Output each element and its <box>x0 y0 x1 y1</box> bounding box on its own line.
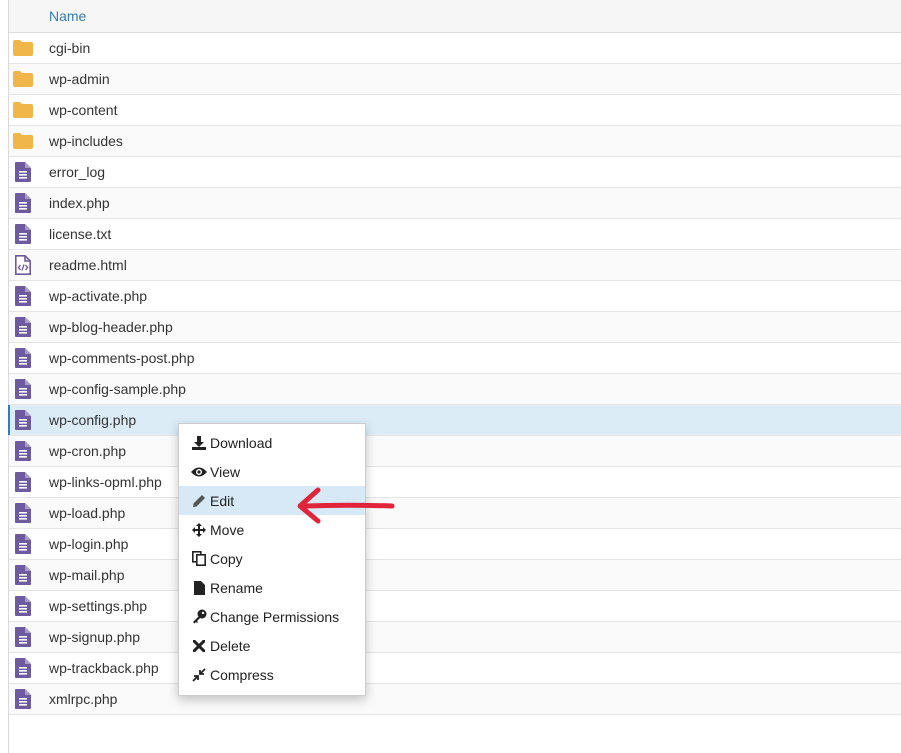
folder-icon <box>13 131 33 151</box>
file-text-icon <box>13 224 33 244</box>
file-text-icon <box>13 317 33 337</box>
menu-item-label: Compress <box>210 666 274 683</box>
file-text-icon <box>13 596 33 616</box>
file-text-icon <box>13 627 33 647</box>
folder-icon <box>13 69 33 89</box>
compress-icon <box>191 667 207 683</box>
file-name[interactable]: wp-links-opml.php <box>49 474 162 490</box>
folder-icon <box>13 38 33 58</box>
menu-item-label: Change Permissions <box>210 608 340 625</box>
eye-icon <box>191 464 207 480</box>
table-row[interactable]: wp-comments-post.php <box>9 343 901 374</box>
file-name[interactable]: wp-admin <box>49 71 110 87</box>
file-table: Name cgi-bin wp-admin wp-content wp-include… <box>8 0 901 715</box>
file-name[interactable]: wp-trackback.php <box>49 660 159 676</box>
table-row[interactable]: wp-config.php <box>8 405 901 436</box>
table-row[interactable]: license.txt <box>9 219 901 250</box>
file-name[interactable]: wp-cron.php <box>49 443 126 459</box>
file-icon <box>191 580 207 596</box>
file-name[interactable]: wp-includes <box>49 133 123 149</box>
table-row[interactable]: wp-load.php <box>9 498 901 529</box>
context-menu: Download View Edit Move Copy Rename Change Per… <box>178 423 366 696</box>
file-name[interactable]: wp-config.php <box>49 412 136 428</box>
table-row[interactable]: wp-admin <box>9 64 901 95</box>
menu-item-label: Move <box>210 521 245 538</box>
file-name[interactable]: wp-blog-header.php <box>49 319 173 335</box>
file-text-icon <box>13 658 33 678</box>
copy-icon <box>191 551 207 567</box>
menu-item-label: Copy <box>210 550 243 567</box>
menu-item-label: Edit <box>210 492 235 509</box>
file-name[interactable]: wp-load.php <box>49 505 125 521</box>
name-column-header[interactable]: Name <box>49 8 86 24</box>
table-header: Name <box>9 0 901 33</box>
menu-item-label: View <box>210 463 241 480</box>
menu-item-copy[interactable]: Copy <box>179 544 365 573</box>
file-name[interactable]: wp-signup.php <box>49 629 140 645</box>
file-text-icon <box>13 534 33 554</box>
file-name[interactable]: readme.html <box>49 257 127 273</box>
table-row[interactable]: wp-blog-header.php <box>9 312 901 343</box>
table-row[interactable]: wp-trackback.php <box>9 653 901 684</box>
file-name[interactable]: wp-login.php <box>49 536 128 552</box>
pencil-icon <box>191 493 207 509</box>
file-name[interactable]: wp-settings.php <box>49 598 147 614</box>
table-row[interactable]: index.php <box>9 188 901 219</box>
folder-icon <box>13 100 33 120</box>
menu-item-label: Delete <box>210 637 251 654</box>
file-name[interactable]: wp-content <box>49 102 117 118</box>
file-text-icon <box>13 565 33 585</box>
menu-item-download[interactable]: Download <box>179 428 365 457</box>
file-name[interactable]: wp-activate.php <box>49 288 147 304</box>
table-row[interactable]: wp-login.php <box>9 529 901 560</box>
file-text-icon <box>13 348 33 368</box>
file-name[interactable]: wp-mail.php <box>49 567 124 583</box>
file-name[interactable]: index.php <box>49 195 110 211</box>
menu-item-compress[interactable]: Compress <box>179 660 365 689</box>
table-row[interactable]: cgi-bin <box>9 33 901 64</box>
file-name[interactable]: wp-config-sample.php <box>49 381 186 397</box>
file-name[interactable]: cgi-bin <box>49 40 90 56</box>
table-row[interactable]: wp-includes <box>9 126 901 157</box>
file-text-icon <box>13 410 33 430</box>
file-name[interactable]: license.txt <box>49 226 111 242</box>
move-icon <box>191 522 207 538</box>
key-icon <box>191 609 207 625</box>
annotation-arrow <box>297 487 395 524</box>
menu-item-change-permissions[interactable]: Change Permissions <box>179 602 365 631</box>
menu-item-rename[interactable]: Rename <box>179 573 365 602</box>
table-row[interactable]: wp-content <box>9 95 901 126</box>
file-name[interactable]: wp-comments-post.php <box>49 350 195 366</box>
table-row[interactable]: error_log <box>9 157 901 188</box>
file-code-icon <box>13 255 33 275</box>
file-name[interactable]: error_log <box>49 164 105 180</box>
close-icon <box>191 638 207 654</box>
file-text-icon <box>13 441 33 461</box>
file-text-icon <box>13 379 33 399</box>
file-text-icon <box>13 689 33 709</box>
menu-item-delete[interactable]: Delete <box>179 631 365 660</box>
menu-item-label: Download <box>210 434 273 451</box>
file-text-icon <box>13 162 33 182</box>
table-row[interactable]: wp-links-opml.php <box>9 467 901 498</box>
menu-item-view[interactable]: View <box>179 457 365 486</box>
table-row[interactable]: wp-activate.php <box>9 281 901 312</box>
file-list: cgi-bin wp-admin wp-content wp-includes erro… <box>8 33 901 715</box>
file-text-icon <box>13 286 33 306</box>
table-row[interactable]: wp-cron.php <box>9 436 901 467</box>
download-icon <box>191 435 207 451</box>
file-manager: Name cgi-bin wp-admin wp-content wp-include… <box>0 0 901 753</box>
table-row[interactable]: wp-signup.php <box>9 622 901 653</box>
table-row[interactable]: wp-mail.php <box>9 560 901 591</box>
table-row[interactable]: xmlrpc.php <box>9 684 901 715</box>
table-row[interactable]: wp-config-sample.php <box>9 374 901 405</box>
file-text-icon <box>13 503 33 523</box>
table-row[interactable]: wp-settings.php <box>9 591 901 622</box>
file-text-icon <box>13 193 33 213</box>
file-name[interactable]: xmlrpc.php <box>49 691 117 707</box>
menu-item-label: Rename <box>210 579 263 596</box>
table-row[interactable]: readme.html <box>9 250 901 281</box>
file-text-icon <box>13 472 33 492</box>
